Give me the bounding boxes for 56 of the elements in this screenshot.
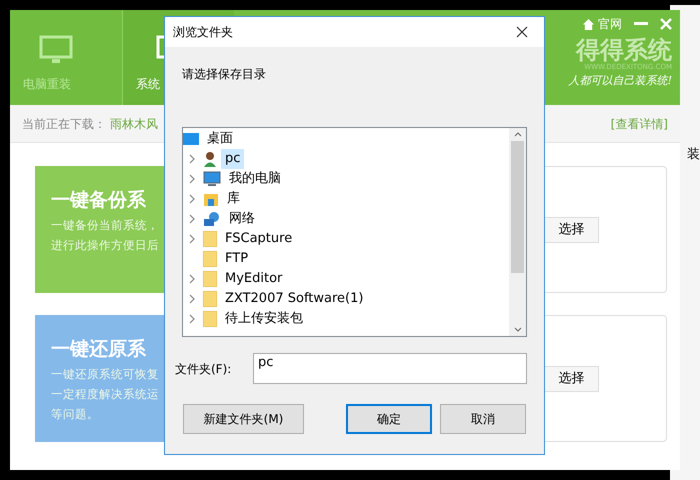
chevron-icon[interactable] bbox=[189, 234, 195, 244]
tree-item[interactable]: pc bbox=[221, 149, 244, 169]
dialog-button[interactable]: 确定 bbox=[346, 404, 432, 434]
chevron-icon[interactable] bbox=[189, 274, 195, 284]
scroll-up-icon[interactable] bbox=[514, 132, 522, 137]
logo-text: 得得系统 bbox=[576, 38, 672, 62]
chevron-icon[interactable] bbox=[189, 154, 195, 164]
choose-button[interactable]: 选择 bbox=[544, 366, 599, 392]
tree-item[interactable]: FSCapture bbox=[221, 229, 296, 249]
scrollbar[interactable] bbox=[509, 128, 526, 336]
chevron-icon[interactable] bbox=[189, 194, 195, 204]
card-description: 一键备份当前系统， bbox=[51, 216, 160, 234]
tree-item[interactable]: FTP bbox=[221, 249, 252, 269]
folder-icon bbox=[203, 231, 217, 247]
card-title: 一键备份系 bbox=[51, 188, 147, 213]
card-description: 一定程度解决系统运 bbox=[51, 386, 160, 402]
chevron-icon[interactable] bbox=[189, 294, 195, 304]
tree-item[interactable]: 网络 bbox=[225, 209, 259, 229]
minimize-icon[interactable] bbox=[634, 22, 648, 26]
scroll-down-icon[interactable] bbox=[514, 327, 522, 332]
folder-icon bbox=[203, 251, 217, 267]
download-name: 雨林木风 bbox=[110, 116, 158, 132]
card-description: 进行此操作方便日后 bbox=[51, 236, 160, 254]
library-icon bbox=[203, 191, 219, 207]
card-title: 一键还原系 bbox=[51, 337, 147, 362]
card-description: 等问题。 bbox=[51, 406, 100, 422]
card-description: 一键还原系统可恢复 bbox=[51, 366, 160, 382]
chevron-icon[interactable] bbox=[189, 214, 195, 224]
tree-item[interactable]: ZXT2007 Software(1) bbox=[221, 289, 368, 309]
folder-icon bbox=[203, 311, 217, 327]
window-text: 装 bbox=[687, 146, 700, 164]
chevron-icon[interactable] bbox=[189, 174, 195, 184]
monitor-icon bbox=[203, 171, 221, 187]
download-label: 当前正在下载： bbox=[22, 116, 106, 132]
network-icon bbox=[203, 211, 221, 227]
close-icon[interactable] bbox=[516, 26, 528, 38]
user-icon bbox=[203, 151, 217, 167]
folder-input[interactable]: pc bbox=[253, 353, 527, 384]
home-icon bbox=[583, 18, 594, 30]
tree-item[interactable]: MyEditor bbox=[221, 269, 286, 289]
tree-item[interactable]: 桌面 bbox=[203, 129, 237, 149]
dialog-button[interactable]: 新建文件夹(M) bbox=[183, 404, 304, 434]
folder-field-label: 文件夹(F): bbox=[175, 360, 232, 378]
desktop-icon bbox=[183, 132, 199, 146]
tree-item[interactable]: 库 bbox=[223, 189, 244, 209]
dialog-title: 浏览文件夹 bbox=[173, 24, 234, 41]
chevron-icon[interactable] bbox=[189, 314, 195, 324]
tree-item[interactable]: 我的电脑 bbox=[225, 169, 285, 189]
folder-icon bbox=[203, 271, 217, 287]
choose-button[interactable]: 选择 bbox=[544, 216, 599, 242]
logo-slogan: 人都可以自己装系统! bbox=[568, 72, 672, 88]
dialog-prompt: 请选择保存目录 bbox=[182, 66, 267, 83]
folder-icon bbox=[203, 291, 217, 307]
tree-item[interactable]: 待上传安装包 bbox=[221, 309, 307, 329]
scrollbar-thumb[interactable] bbox=[511, 141, 524, 273]
dialog-button[interactable]: 取消 bbox=[440, 404, 526, 434]
